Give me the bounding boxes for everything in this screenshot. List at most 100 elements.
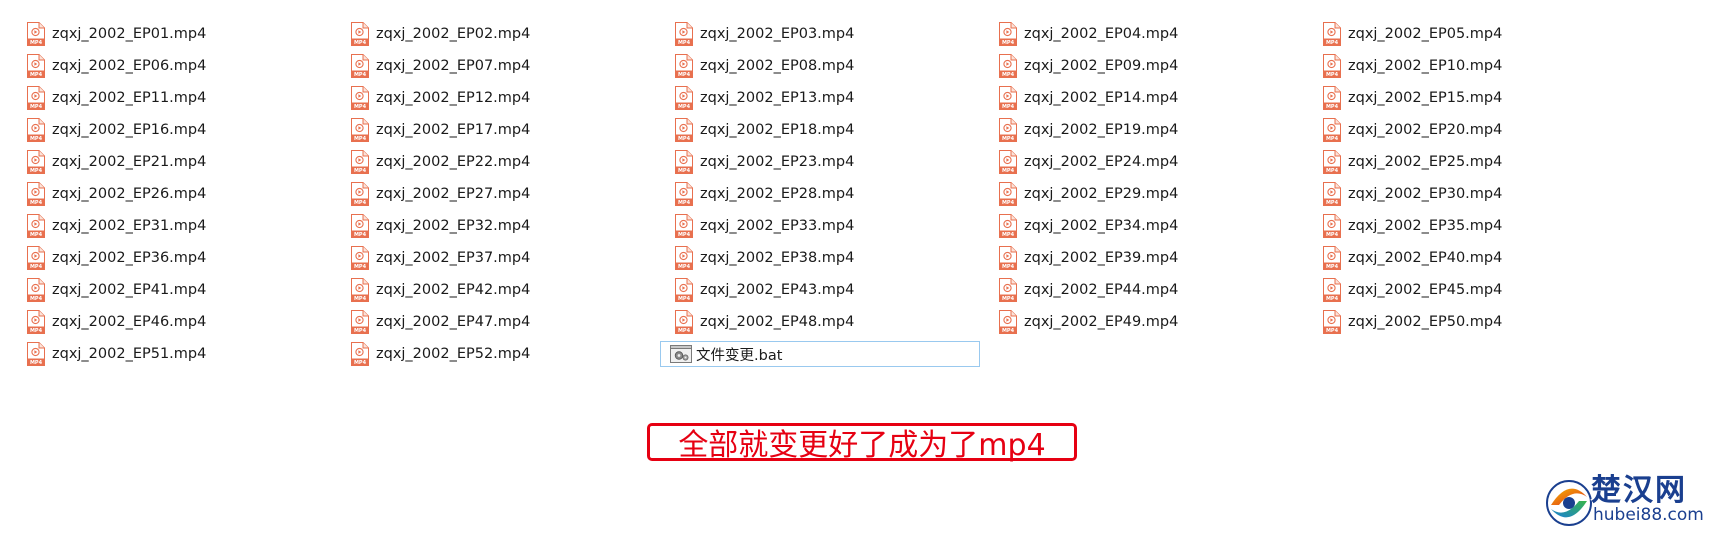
file-item[interactable]: MP4 zqxj_2002_EP40.mp4 [1320,245,1640,271]
mp4-file-icon: MP4 [351,86,369,110]
file-item[interactable]: MP4 zqxj_2002_EP43.mp4 [672,277,992,303]
file-item[interactable]: MP4 zqxj_2002_EP28.mp4 [672,181,992,207]
svg-text:MP4: MP4 [30,328,43,334]
svg-text:MP4: MP4 [678,328,691,334]
file-name: zqxj_2002_EP49.mp4 [1024,314,1179,330]
mp4-file-icon: MP4 [27,182,45,206]
file-item[interactable]: MP4 zqxj_2002_EP04.mp4 [996,21,1316,47]
file-name: zqxj_2002_EP43.mp4 [700,282,855,298]
file-item[interactable]: MP4 zqxj_2002_EP51.mp4 [24,341,344,367]
file-item[interactable]: MP4 zqxj_2002_EP02.mp4 [348,21,668,47]
svg-text:MP4: MP4 [354,264,367,270]
file-item[interactable]: MP4 zqxj_2002_EP01.mp4 [24,21,344,47]
file-item[interactable]: MP4 zqxj_2002_EP32.mp4 [348,213,668,239]
file-item-selected[interactable]: 文件变更.bat [660,341,980,367]
file-item[interactable]: MP4 zqxj_2002_EP19.mp4 [996,117,1316,143]
file-item[interactable]: MP4 zqxj_2002_EP21.mp4 [24,149,344,175]
mp4-file-icon: MP4 [999,182,1017,206]
file-item[interactable]: MP4 zqxj_2002_EP30.mp4 [1320,181,1640,207]
file-item[interactable]: MP4 zqxj_2002_EP26.mp4 [24,181,344,207]
file-item[interactable]: MP4 zqxj_2002_EP16.mp4 [24,117,344,143]
file-item[interactable]: MP4 zqxj_2002_EP44.mp4 [996,277,1316,303]
svg-text:MP4: MP4 [354,232,367,238]
file-name: zqxj_2002_EP29.mp4 [1024,186,1179,202]
mp4-file-icon: MP4 [351,342,369,366]
file-name: zqxj_2002_EP15.mp4 [1348,90,1503,106]
file-item[interactable]: MP4 zqxj_2002_EP34.mp4 [996,213,1316,239]
file-item[interactable]: MP4 zqxj_2002_EP46.mp4 [24,309,344,335]
svg-text:MP4: MP4 [354,328,367,334]
file-item[interactable]: MP4 zqxj_2002_EP24.mp4 [996,149,1316,175]
file-item[interactable]: MP4 zqxj_2002_EP45.mp4 [1320,277,1640,303]
svg-text:MP4: MP4 [30,200,43,206]
file-item[interactable]: MP4 zqxj_2002_EP06.mp4 [24,53,344,79]
mp4-file-icon: MP4 [351,214,369,238]
file-item[interactable]: MP4 zqxj_2002_EP39.mp4 [996,245,1316,271]
file-item[interactable]: MP4 zqxj_2002_EP22.mp4 [348,149,668,175]
file-item[interactable]: MP4 zqxj_2002_EP48.mp4 [672,309,992,335]
svg-text:MP4: MP4 [1002,296,1015,302]
mp4-file-icon: MP4 [675,214,693,238]
file-item[interactable]: MP4 zqxj_2002_EP38.mp4 [672,245,992,271]
file-item[interactable]: MP4 zqxj_2002_EP35.mp4 [1320,213,1640,239]
file-item[interactable]: MP4 zqxj_2002_EP10.mp4 [1320,53,1640,79]
file-item[interactable]: MP4 zqxj_2002_EP18.mp4 [672,117,992,143]
file-item[interactable]: MP4 zqxj_2002_EP50.mp4 [1320,309,1640,335]
file-item[interactable]: MP4 zqxj_2002_EP23.mp4 [672,149,992,175]
file-item[interactable]: MP4 zqxj_2002_EP37.mp4 [348,245,668,271]
file-item[interactable]: MP4 zqxj_2002_EP14.mp4 [996,85,1316,111]
mp4-file-icon: MP4 [27,22,45,46]
file-item[interactable]: MP4 zqxj_2002_EP13.mp4 [672,85,992,111]
mp4-file-icon: MP4 [1323,150,1341,174]
mp4-file-icon: MP4 [351,22,369,46]
svg-text:MP4: MP4 [678,296,691,302]
mp4-file-icon: MP4 [1323,22,1341,46]
file-item[interactable]: MP4 zqxj_2002_EP33.mp4 [672,213,992,239]
file-item[interactable]: MP4 zqxj_2002_EP25.mp4 [1320,149,1640,175]
file-item[interactable]: MP4 zqxj_2002_EP03.mp4 [672,21,992,47]
svg-text:MP4: MP4 [678,104,691,110]
file-name: zqxj_2002_EP01.mp4 [52,26,207,42]
file-item[interactable]: MP4 zqxj_2002_EP52.mp4 [348,341,668,367]
watermark-name: 楚汉网 [1591,473,1687,508]
file-item[interactable]: MP4 zqxj_2002_EP05.mp4 [1320,21,1640,47]
svg-text:MP4: MP4 [354,296,367,302]
mp4-file-icon: MP4 [27,86,45,110]
file-name: zqxj_2002_EP46.mp4 [52,314,207,330]
file-item[interactable]: MP4 zqxj_2002_EP20.mp4 [1320,117,1640,143]
svg-text:MP4: MP4 [1326,232,1339,238]
file-name: zqxj_2002_EP24.mp4 [1024,154,1179,170]
file-item[interactable]: MP4 zqxj_2002_EP09.mp4 [996,53,1316,79]
svg-text:MP4: MP4 [1326,200,1339,206]
file-name: zqxj_2002_EP33.mp4 [700,218,855,234]
svg-text:MP4: MP4 [354,360,367,366]
file-name: zqxj_2002_EP02.mp4 [376,26,531,42]
svg-text:MP4: MP4 [1326,264,1339,270]
file-name: zqxj_2002_EP12.mp4 [376,90,531,106]
svg-text:MP4: MP4 [1002,72,1015,78]
file-item[interactable]: MP4 zqxj_2002_EP42.mp4 [348,277,668,303]
svg-text:MP4: MP4 [1002,200,1015,206]
mp4-file-icon: MP4 [351,54,369,78]
file-item[interactable]: MP4 zqxj_2002_EP47.mp4 [348,309,668,335]
file-item[interactable]: MP4 zqxj_2002_EP11.mp4 [24,85,344,111]
file-item[interactable]: MP4 zqxj_2002_EP17.mp4 [348,117,668,143]
mp4-file-icon: MP4 [351,278,369,302]
file-item[interactable]: MP4 zqxj_2002_EP15.mp4 [1320,85,1640,111]
file-item[interactable]: MP4 zqxj_2002_EP29.mp4 [996,181,1316,207]
file-item[interactable]: MP4 zqxj_2002_EP31.mp4 [24,213,344,239]
file-name: zqxj_2002_EP07.mp4 [376,58,531,74]
file-item[interactable]: MP4 zqxj_2002_EP41.mp4 [24,277,344,303]
batch-file-gear-icon [670,345,692,363]
file-item[interactable]: MP4 zqxj_2002_EP07.mp4 [348,53,668,79]
file-item[interactable]: MP4 zqxj_2002_EP12.mp4 [348,85,668,111]
mp4-file-icon: MP4 [351,182,369,206]
mp4-file-icon: MP4 [351,118,369,142]
file-item[interactable]: MP4 zqxj_2002_EP27.mp4 [348,181,668,207]
file-name: zqxj_2002_EP38.mp4 [700,250,855,266]
file-item[interactable]: MP4 zqxj_2002_EP36.mp4 [24,245,344,271]
mp4-file-icon: MP4 [27,150,45,174]
file-item[interactable]: MP4 zqxj_2002_EP08.mp4 [672,53,992,79]
file-item[interactable]: MP4 zqxj_2002_EP49.mp4 [996,309,1316,335]
svg-text:MP4: MP4 [678,232,691,238]
